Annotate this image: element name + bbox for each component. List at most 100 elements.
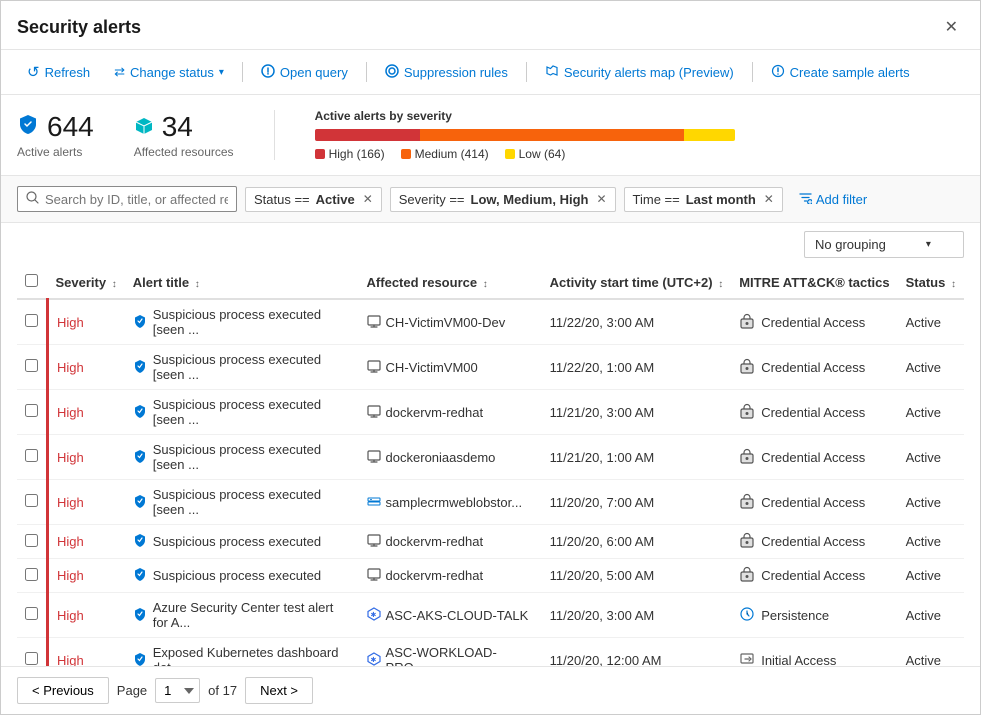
select-all-checkbox[interactable]	[25, 274, 38, 287]
activity-start-cell: 11/20/20, 5:00 AM	[542, 559, 732, 593]
time-chip-close[interactable]: ✕	[764, 192, 774, 206]
next-button[interactable]: Next >	[245, 677, 313, 704]
status-value: Active	[906, 653, 941, 667]
table-row[interactable]: High Azure Security Center test alert fo…	[17, 593, 964, 638]
alert-title-cell[interactable]: Suspicious process executed [seen ...	[125, 390, 359, 435]
alert-shield-icon	[133, 314, 147, 331]
resource-name: dockervm-redhat	[386, 568, 484, 583]
security-alerts-map-button[interactable]: Security alerts map (Preview)	[535, 59, 744, 86]
alert-shield-icon	[133, 359, 147, 376]
row-checkbox-cell[interactable]	[17, 638, 48, 667]
alert-title-text: Suspicious process executed [seen ...	[153, 487, 351, 517]
alert-title-cell[interactable]: Suspicious process executed	[125, 559, 359, 593]
alert-title-cell[interactable]: Suspicious process executed [seen ...	[125, 299, 359, 345]
row-checkbox[interactable]	[25, 652, 38, 665]
page-select[interactable]: 1234567891011121314151617	[155, 678, 200, 703]
severity-filter-chip: Severity == Low, Medium, High ✕	[390, 187, 616, 212]
activity-time: 11/20/20, 5:00 AM	[550, 568, 655, 583]
grouping-dropdown[interactable]: No grouping ▾	[804, 231, 964, 258]
activity-start-cell: 11/20/20, 12:00 AM	[542, 638, 732, 667]
alert-title-cell[interactable]: Suspicious process executed	[125, 525, 359, 559]
table-row[interactable]: High Suspicious process executed [seen .…	[17, 299, 964, 345]
refresh-icon: ↺	[27, 63, 40, 81]
tactics-text: Credential Access	[761, 534, 865, 549]
row-checkbox[interactable]	[25, 534, 38, 547]
table-row[interactable]: High Exposed Kubernetes dashboard det...…	[17, 638, 964, 667]
resource-name: ASC-WORKLOAD-PRO...	[386, 645, 534, 666]
close-button[interactable]: ✕	[939, 15, 964, 39]
select-all-checkbox-header[interactable]	[17, 266, 48, 299]
alert-title-cell[interactable]: Exposed Kubernetes dashboard det...	[125, 638, 359, 667]
affected-resource-header[interactable]: Affected resource ↕	[359, 266, 542, 299]
add-filter-button[interactable]: Add filter	[791, 187, 875, 211]
row-checkbox-cell[interactable]	[17, 390, 48, 435]
row-checkbox[interactable]	[25, 607, 38, 620]
severity-header[interactable]: Severity ↕	[48, 266, 125, 299]
resource-type-icon: ✱	[367, 652, 381, 667]
severity-cell: High	[48, 435, 125, 480]
row-checkbox[interactable]	[25, 314, 38, 327]
tactics-icon	[739, 532, 755, 551]
severity-chart-title: Active alerts by severity	[315, 109, 735, 123]
row-checkbox[interactable]	[25, 568, 38, 581]
resource-name: ASC-AKS-CLOUD-TALK	[386, 608, 529, 623]
row-checkbox[interactable]	[25, 359, 38, 372]
open-query-button[interactable]: Open query	[251, 59, 358, 86]
create-sample-alerts-button[interactable]: Create sample alerts	[761, 59, 920, 86]
search-box[interactable]	[17, 186, 237, 212]
severity-chip-label: Severity ==	[399, 192, 465, 207]
refresh-button[interactable]: ↺ Refresh	[17, 58, 100, 86]
table-row[interactable]: High Suspicious process executed [seen .…	[17, 480, 964, 525]
status-sort-icon: ↕	[951, 279, 956, 290]
mitre-tactics-header[interactable]: MITRE ATT&CK® tactics	[731, 266, 897, 299]
severity-value: High	[57, 405, 84, 420]
add-filter-icon	[799, 191, 812, 207]
table-row[interactable]: High Suspicious process executed dockerv…	[17, 525, 964, 559]
status-cell: Active	[898, 525, 964, 559]
status-chip-label: Status ==	[254, 192, 310, 207]
row-checkbox-cell[interactable]	[17, 525, 48, 559]
change-status-button[interactable]: ⇄ Change status ▾	[104, 59, 234, 85]
add-filter-label: Add filter	[816, 192, 867, 207]
severity-value: High	[57, 608, 84, 623]
severity-value: High	[57, 653, 84, 667]
row-checkbox[interactable]	[25, 494, 38, 507]
alert-title-header[interactable]: Alert title ↕	[125, 266, 359, 299]
resource-type-icon	[367, 449, 381, 466]
alert-title-cell[interactable]: Suspicious process executed [seen ...	[125, 480, 359, 525]
row-checkbox-cell[interactable]	[17, 435, 48, 480]
alert-title-cell[interactable]: Suspicious process executed [seen ...	[125, 435, 359, 480]
status-header[interactable]: Status ↕	[898, 266, 964, 299]
table-row[interactable]: High Suspicious process executed [seen .…	[17, 345, 964, 390]
row-checkbox-cell[interactable]	[17, 593, 48, 638]
active-alerts-stat: 644 Active alerts	[17, 111, 94, 159]
mitre-tactics-cell: Credential Access	[731, 299, 897, 345]
row-checkbox-cell[interactable]	[17, 559, 48, 593]
previous-button[interactable]: < Previous	[17, 677, 109, 704]
stats-separator	[274, 110, 275, 160]
status-chip-close[interactable]: ✕	[363, 192, 373, 206]
tactics-text: Credential Access	[761, 568, 865, 583]
row-checkbox[interactable]	[25, 449, 38, 462]
tactics-icon	[739, 448, 755, 467]
row-checkbox-cell[interactable]	[17, 480, 48, 525]
table-row[interactable]: High Suspicious process executed [seen .…	[17, 390, 964, 435]
activity-start-header[interactable]: Activity start time (UTC+2) ↕	[542, 266, 732, 299]
active-alerts-label: Active alerts	[17, 145, 94, 159]
alert-shield-icon	[133, 494, 147, 511]
grouping-arrow-icon: ▾	[926, 239, 931, 250]
row-checkbox-cell[interactable]	[17, 345, 48, 390]
alert-title-cell[interactable]: Azure Security Center test alert for A..…	[125, 593, 359, 638]
table-row[interactable]: High Suspicious process executed dockerv…	[17, 559, 964, 593]
table-row[interactable]: High Suspicious process executed [seen .…	[17, 435, 964, 480]
search-input[interactable]	[45, 192, 228, 207]
mitre-tactics-cell: Credential Access	[731, 435, 897, 480]
alert-title-text: Suspicious process executed [seen ...	[153, 397, 351, 427]
affected-resources-stat: 34 Affected resources	[134, 111, 234, 159]
row-checkbox-cell[interactable]	[17, 299, 48, 345]
alert-title-cell[interactable]: Suspicious process executed [seen ...	[125, 345, 359, 390]
status-cell: Active	[898, 390, 964, 435]
severity-chip-close[interactable]: ✕	[596, 192, 606, 206]
row-checkbox[interactable]	[25, 404, 38, 417]
suppression-rules-button[interactable]: Suppression rules	[375, 59, 518, 86]
